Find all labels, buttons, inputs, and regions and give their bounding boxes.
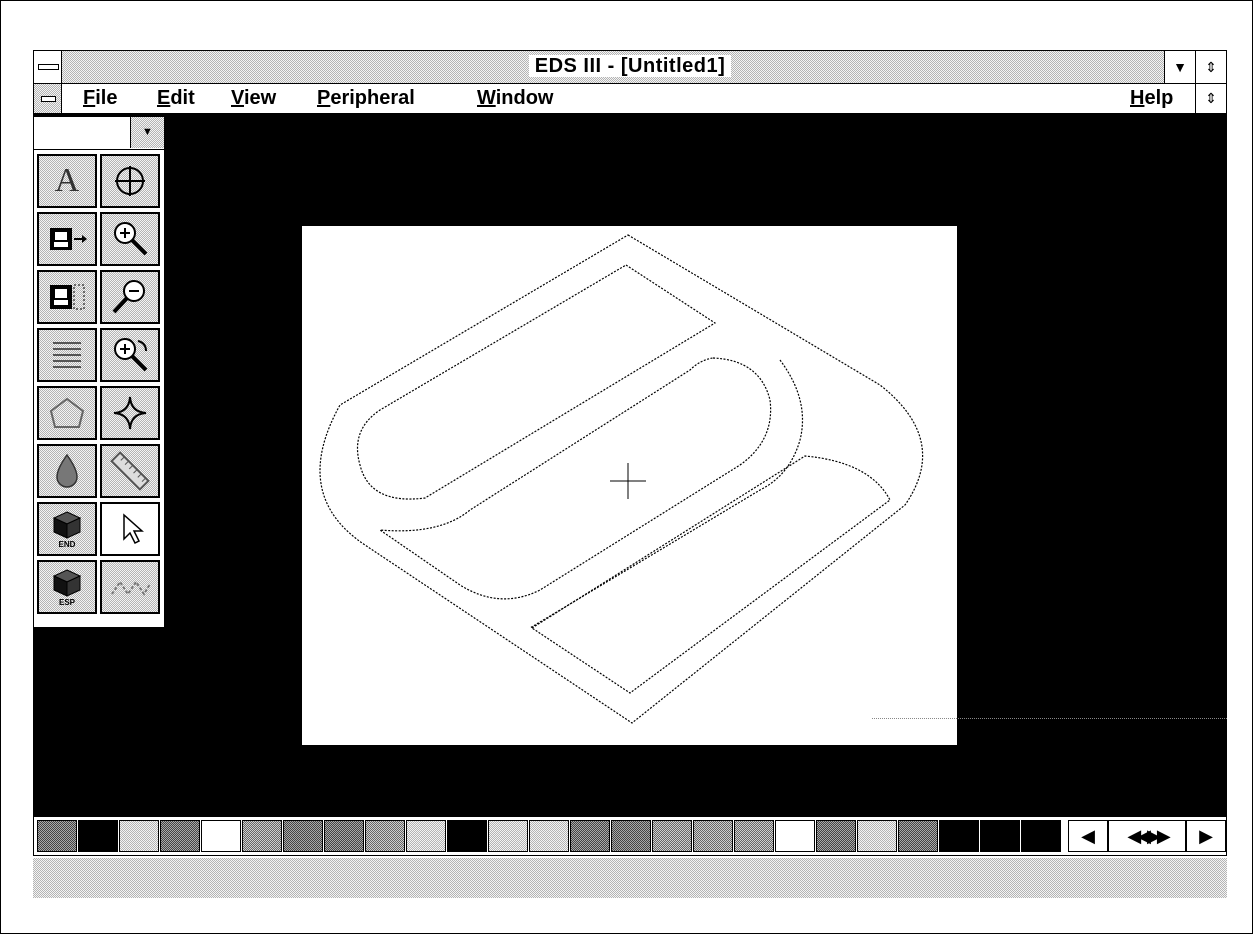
zoom-previous-tool[interactable]: [100, 328, 160, 382]
fill-tool[interactable]: [37, 444, 97, 498]
color-swatch[interactable]: [201, 820, 241, 852]
color-swatch[interactable]: [980, 820, 1020, 852]
toolbox-combo-field[interactable]: [34, 117, 131, 148]
select-tool[interactable]: [100, 502, 160, 556]
color-swatch[interactable]: [119, 820, 159, 852]
color-swatch[interactable]: [365, 820, 405, 852]
menu-file[interactable]: File: [83, 87, 117, 110]
image-arrow-icon: [50, 228, 87, 250]
color-swatch[interactable]: [1021, 820, 1061, 852]
color-swatch[interactable]: [939, 820, 979, 852]
polygon-tool[interactable]: [37, 386, 97, 440]
zoom-out-tool[interactable]: [100, 270, 160, 324]
image-frame-tool[interactable]: [37, 270, 97, 324]
color-swatch[interactable]: [160, 820, 200, 852]
stitch-tool[interactable]: [100, 560, 160, 614]
color-swatch[interactable]: [570, 820, 610, 852]
fill-drop-icon: [56, 453, 78, 488]
menu-help[interactable]: Help: [1130, 87, 1173, 110]
arrow-left-icon: ◀: [1081, 826, 1095, 846]
ruler-tool[interactable]: [100, 444, 160, 498]
document-system-menu-button[interactable]: [34, 84, 62, 113]
stitch-icon: [111, 580, 151, 596]
color-swatch[interactable]: [734, 820, 774, 852]
color-palette-bar: ◀ ◀◀▶▶ ▶: [33, 816, 1227, 856]
guide-line: [872, 718, 1227, 719]
design-canvas[interactable]: [302, 226, 957, 745]
letter-a-icon: A: [54, 162, 80, 199]
polygon-icon: [49, 397, 85, 428]
restore-button[interactable]: ⇕: [1195, 51, 1226, 83]
fill-lines-tool[interactable]: [37, 328, 97, 382]
color-swatch[interactable]: [529, 820, 569, 852]
end-label: END: [58, 539, 76, 549]
crosshair-tool[interactable]: [100, 154, 160, 208]
color-swatch[interactable]: [488, 820, 528, 852]
embroidery-logo-outline: [319, 234, 924, 724]
color-swatch[interactable]: [775, 820, 815, 852]
crosshair-circle-icon: [115, 166, 145, 196]
color-swatch[interactable]: [324, 820, 364, 852]
esp-tool[interactable]: ESP: [37, 560, 97, 614]
color-swatch[interactable]: [242, 820, 282, 852]
cube-esp-icon: [52, 568, 82, 597]
scroll-fast-button[interactable]: ◀◀▶▶: [1108, 820, 1186, 852]
hatch-lines-icon: [53, 342, 81, 368]
ruler-icon: [110, 451, 150, 491]
text-tool[interactable]: A: [37, 154, 97, 208]
zoom-previous-icon: [114, 338, 148, 372]
zoom-in-tool[interactable]: [100, 212, 160, 266]
menu-view[interactable]: View: [231, 87, 276, 110]
end-tool[interactable]: END: [37, 502, 97, 556]
minimize-button[interactable]: ▼: [1164, 51, 1195, 83]
color-swatch[interactable]: [406, 820, 446, 852]
scroll-left-button[interactable]: ◀: [1068, 820, 1108, 852]
window-title: EDS III - [Untitled1]: [528, 55, 732, 77]
arrow-right-icon: ▶: [1199, 826, 1213, 846]
scroll-right-button[interactable]: ▶: [1186, 820, 1226, 852]
cube-end-icon: [52, 510, 82, 539]
color-swatch[interactable]: [898, 820, 938, 852]
color-swatch[interactable]: [78, 820, 118, 852]
image-frame-icon: [50, 284, 85, 310]
menu-peripheral[interactable]: Peripheral: [317, 87, 415, 110]
menu-edit[interactable]: Edit: [157, 87, 195, 110]
toolbox-combo[interactable]: ▼: [34, 117, 164, 150]
node-tool[interactable]: [100, 386, 160, 440]
color-swatch[interactable]: [37, 820, 77, 852]
color-swatch[interactable]: [857, 820, 897, 852]
esp-label: ESP: [58, 597, 75, 607]
color-swatch[interactable]: [611, 820, 651, 852]
color-swatch[interactable]: [693, 820, 733, 852]
color-swatch[interactable]: [816, 820, 856, 852]
double-arrow-icon: ◀◀▶▶: [1127, 826, 1170, 846]
menu-window[interactable]: Window: [477, 87, 553, 110]
title-bar[interactable]: EDS III - [Untitled1] ▼ ⇕: [33, 50, 1227, 84]
status-bar: [33, 858, 1227, 898]
color-swatch[interactable]: [283, 820, 323, 852]
toolbox-panel: ▼ A END ESP: [33, 116, 165, 628]
color-swatch[interactable]: [652, 820, 692, 852]
document-restore-button[interactable]: ⇕: [1195, 84, 1226, 113]
zoom-in-icon: [114, 222, 148, 256]
color-swatch[interactable]: [447, 820, 487, 852]
star-node-icon: [113, 396, 147, 430]
menu-bar: File Edit View Peripheral Window Help ⇕: [33, 83, 1227, 114]
import-tool[interactable]: [37, 212, 97, 266]
zoom-out-icon: [112, 280, 145, 314]
chevron-down-icon[interactable]: ▼: [131, 117, 164, 148]
arrow-pointer-icon: [123, 513, 144, 545]
